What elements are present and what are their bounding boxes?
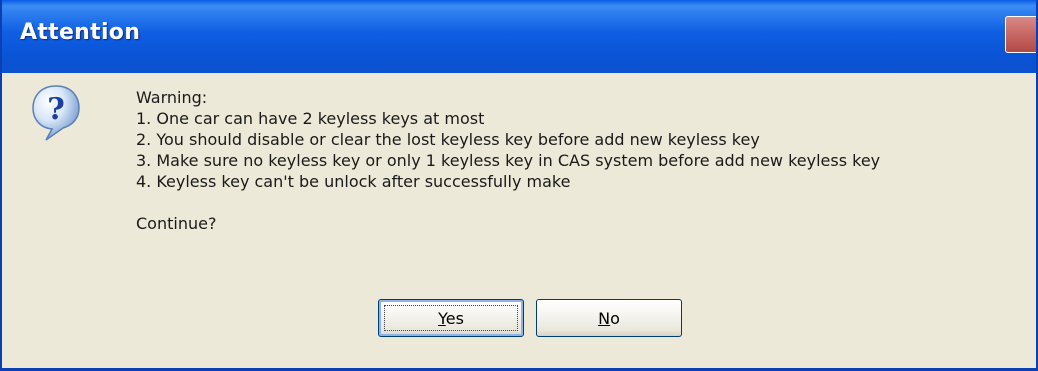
yes-button[interactable]: Yes bbox=[378, 299, 524, 337]
warning-heading: Warning: bbox=[136, 88, 208, 107]
title-bar[interactable]: Attention bbox=[2, 0, 1036, 73]
close-button[interactable] bbox=[1005, 16, 1036, 53]
svg-text:?: ? bbox=[47, 92, 65, 127]
question-icon: ? bbox=[32, 85, 80, 141]
warning-line-4: 4. Keyless key can't be unlock after suc… bbox=[136, 172, 571, 191]
dialog-window: Attention ? Warning: 1. One car can have… bbox=[0, 0, 1038, 371]
warning-line-1: 1. One car can have 2 keyless keys at mo… bbox=[136, 109, 485, 128]
yes-button-label: Yes bbox=[438, 308, 464, 328]
dialog-body: ? Warning: 1. One car can have 2 keyless… bbox=[2, 73, 1036, 368]
no-button[interactable]: No bbox=[536, 299, 682, 337]
warning-line-3: 3. Make sure no keyless key or only 1 ke… bbox=[136, 151, 881, 170]
dialog-title: Attention bbox=[20, 20, 141, 45]
message-text: Warning: 1. One car can have 2 keyless k… bbox=[136, 87, 880, 234]
no-button-label: No bbox=[598, 308, 620, 328]
warning-line-2: 2. You should disable or clear the lost … bbox=[136, 130, 760, 149]
continue-prompt: Continue? bbox=[136, 214, 217, 233]
